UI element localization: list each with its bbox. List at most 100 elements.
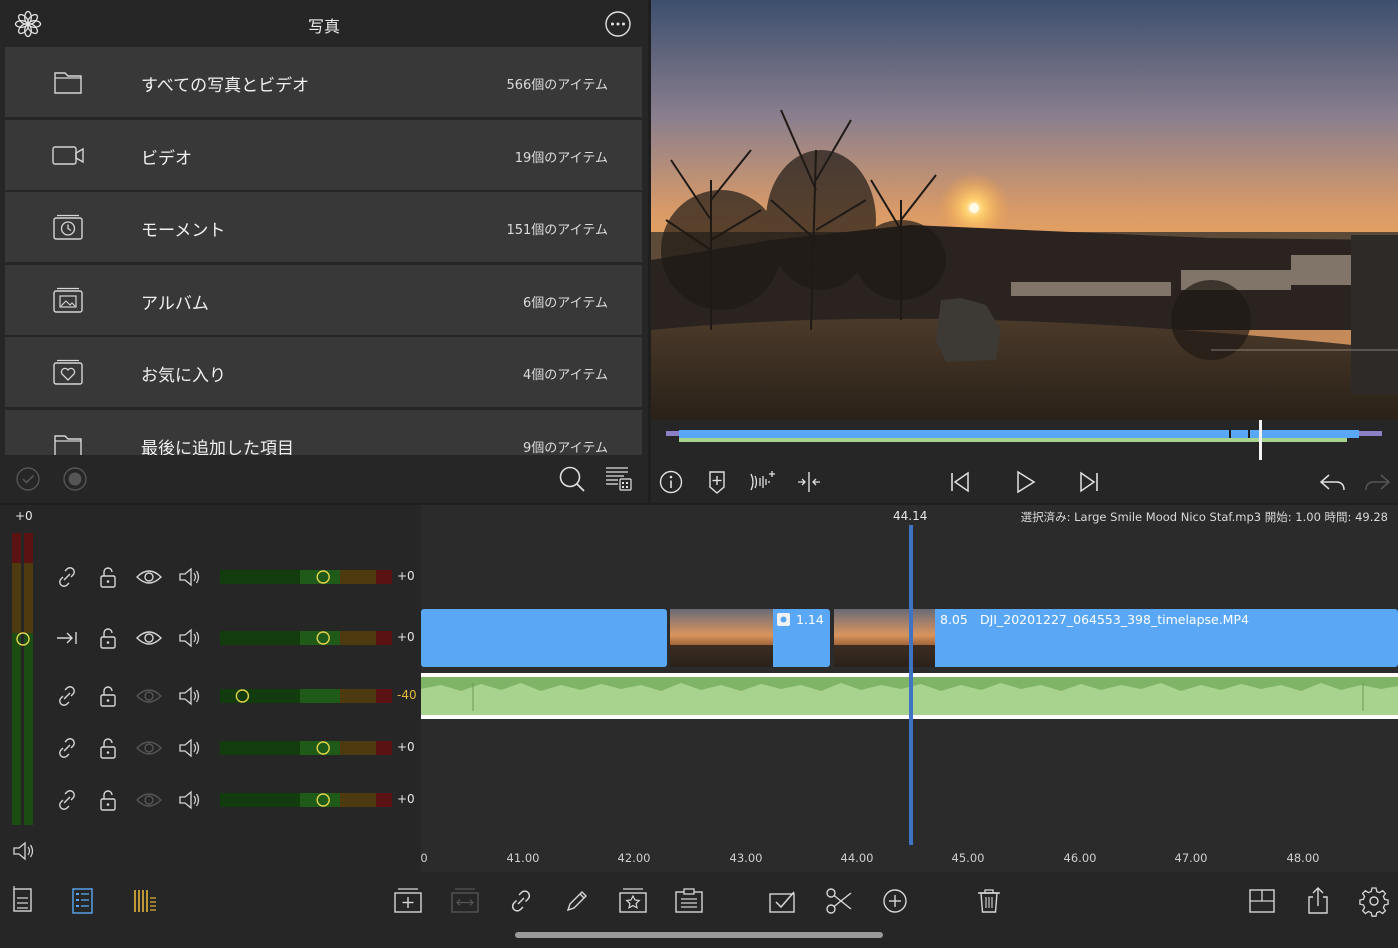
clip-duration-label: 8.05 — [940, 612, 968, 627]
favorites-heart-icon — [53, 359, 83, 385]
folder-icon — [54, 72, 82, 94]
record-icon[interactable] — [60, 464, 90, 494]
unlock-icon[interactable] — [93, 562, 123, 592]
info-icon[interactable] — [655, 466, 687, 498]
volume-fader[interactable] — [220, 793, 392, 807]
eye-icon[interactable] — [134, 562, 164, 592]
sort-list-icon[interactable] — [604, 464, 634, 494]
transport-bar — [651, 462, 1398, 502]
scrubber-playhead — [1259, 420, 1262, 460]
settings-gear-icon[interactable] — [1357, 884, 1391, 918]
ruler-tick-label: 42.00 — [617, 851, 651, 865]
ruler-tick-label: 48.00 — [1286, 851, 1320, 865]
speaker-icon[interactable] — [175, 681, 205, 711]
trash-icon[interactable] — [972, 884, 1006, 918]
link-icon[interactable] — [52, 681, 82, 711]
unlock-icon[interactable] — [93, 623, 123, 653]
add-track-icon[interactable] — [7, 884, 41, 918]
ruler-tick-label: 0 — [420, 851, 428, 865]
clip-duration-label: 1.14 — [796, 612, 824, 627]
add-marker-icon[interactable] — [701, 466, 733, 498]
share-icon[interactable] — [1301, 884, 1335, 918]
timeline-panel[interactable]: 44.14 選択済み: Large Smile Mood Nico Staf.m… — [420, 505, 1398, 872]
skip-back-icon[interactable] — [944, 466, 976, 498]
ruler-tick-label: 46.00 — [1063, 851, 1097, 865]
library-item-moments[interactable]: モーメント 151個のアイテム — [5, 192, 642, 262]
track-row: -40 — [0, 676, 421, 716]
audio-meter-icon[interactable] — [128, 884, 162, 918]
track-list-icon[interactable] — [65, 884, 99, 918]
pencil-icon[interactable] — [560, 884, 594, 918]
timeline-scrubber[interactable] — [651, 420, 1398, 460]
library-item-name: モーメント — [141, 221, 226, 241]
link-icon[interactable] — [52, 562, 82, 592]
volume-fader[interactable] — [220, 741, 392, 755]
library-title: 写真 — [307, 17, 340, 36]
arrow-to-bar-icon[interactable] — [52, 623, 82, 653]
add-circle-icon[interactable] — [878, 884, 912, 918]
library-item-count: 4個のアイテム — [523, 368, 608, 383]
eye-dimmed-icon[interactable] — [134, 733, 164, 763]
volume-fader[interactable] — [220, 689, 392, 703]
video-preview[interactable] — [651, 0, 1398, 420]
track-volume-value: +0 — [397, 792, 415, 806]
library-item-count: 6個のアイテム — [523, 296, 608, 311]
redo-icon[interactable] — [1362, 466, 1394, 498]
link-icon[interactable] — [504, 884, 538, 918]
library-item-all-photos[interactable]: すべての写真とビデオ 566個のアイテム — [5, 47, 642, 117]
play-icon[interactable] — [1009, 466, 1041, 498]
timeline-tracks[interactable] — [421, 505, 1398, 845]
ruler-tick-label: 41.00 — [506, 851, 540, 865]
unlock-icon[interactable] — [93, 785, 123, 815]
library-item-count: 566個のアイテム — [506, 78, 608, 93]
voiceover-icon[interactable] — [747, 466, 779, 498]
speaker-icon[interactable] — [175, 623, 205, 653]
library-header: 写真 — [0, 0, 648, 46]
speaker-icon[interactable] — [175, 562, 205, 592]
undo-icon[interactable] — [1316, 466, 1348, 498]
video-clip-a[interactable] — [421, 609, 667, 667]
home-indicator[interactable] — [515, 932, 883, 938]
speaker-icon[interactable] — [175, 733, 205, 763]
eye-dimmed-icon[interactable] — [134, 681, 164, 711]
track-row: +0 — [0, 618, 421, 658]
volume-fader[interactable] — [220, 570, 392, 584]
checkmark-icon[interactable] — [13, 464, 43, 494]
library-item-videos[interactable]: ビデオ 19個のアイテム — [5, 120, 642, 190]
library-item-favorites[interactable]: お気に入り 4個のアイテム — [5, 337, 642, 407]
select-checkbox-icon[interactable] — [766, 884, 800, 918]
timeline-playhead[interactable] — [909, 525, 913, 845]
scissors-icon[interactable] — [822, 884, 856, 918]
eye-dimmed-icon[interactable] — [134, 785, 164, 815]
clipboard-icon[interactable] — [672, 884, 706, 918]
clip-name-label: DJI_20201227_064553_398_timelapse.MP4 — [980, 612, 1249, 627]
search-icon[interactable] — [557, 464, 587, 494]
layout-icon[interactable] — [1245, 884, 1279, 918]
unlock-icon[interactable] — [93, 733, 123, 763]
ruler-tick-label: 44.00 — [840, 851, 874, 865]
library-item-albums[interactable]: アルバム 6個のアイテム — [5, 265, 642, 335]
transition-icon[interactable] — [448, 884, 482, 918]
unlock-icon[interactable] — [93, 681, 123, 711]
eye-icon[interactable] — [134, 623, 164, 653]
track-row: +0 — [0, 728, 421, 768]
library-item-count: 19個のアイテム — [514, 151, 608, 166]
more-options-icon[interactable] — [604, 10, 632, 38]
ruler-tick-label: 47.00 — [1174, 851, 1208, 865]
time-ruler[interactable]: 0 41.00 42.00 43.00 44.00 45.00 46.00 47… — [420, 845, 1398, 872]
link-icon[interactable] — [52, 785, 82, 815]
library-item-count: 9個のアイテム — [523, 441, 608, 455]
library-item-recently-added[interactable]: 最後に追加した項目 9個のアイテム — [5, 410, 642, 455]
speaker-icon[interactable] — [10, 838, 36, 864]
split-icon[interactable] — [793, 466, 825, 498]
library-item-name: アルバム — [141, 294, 209, 314]
link-icon[interactable] — [52, 733, 82, 763]
add-clip-icon[interactable] — [391, 884, 425, 918]
speaker-icon[interactable] — [175, 785, 205, 815]
moments-clock-icon — [53, 214, 83, 240]
volume-fader[interactable] — [220, 631, 392, 645]
favorite-clip-icon[interactable] — [616, 884, 650, 918]
skip-forward-icon[interactable] — [1073, 466, 1105, 498]
ruler-tick-label: 43.00 — [729, 851, 763, 865]
library-item-name: 最後に追加した項目 — [141, 439, 294, 455]
